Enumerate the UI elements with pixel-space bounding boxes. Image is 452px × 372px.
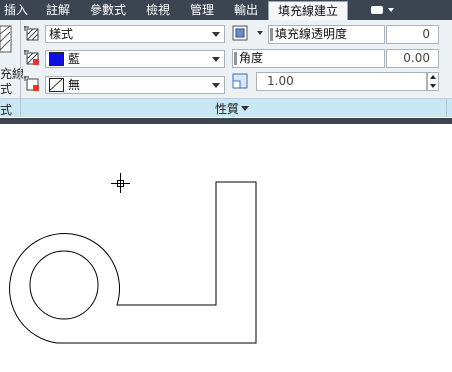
background-color-value: 無 [68,78,81,92]
panel-divider [446,98,447,117]
drawing-outer-profile[interactable] [9,181,257,344]
drawing-area[interactable] [0,124,452,369]
scale-icon [232,73,248,89]
properties-panel-title[interactable]: 性質 [215,100,239,117]
hatch-tool-icon[interactable] [0,24,12,54]
chevron-down-icon[interactable] [257,31,263,35]
crosshair-cursor [111,173,130,193]
background-color-dropdown[interactable]: 無 [45,76,225,94]
hatch-panel-label-2: 式 [0,82,13,96]
angle-value-input[interactable]: 0.00 [386,49,439,68]
scale-value: 1.00 [267,74,294,88]
angle-value: 0.00 [403,51,430,65]
transparency-value-input[interactable]: 0 [386,25,439,44]
hatch-color-swatch [49,52,64,66]
spinner-down-icon[interactable] [430,84,436,88]
chevron-down-icon [212,83,220,88]
transparency-label: 填充線透明度 [268,25,385,44]
chevron-down-icon [388,8,394,12]
hatch-pattern-icon [24,26,39,41]
scale-spinner[interactable] [427,72,439,91]
angle-label-text: 角度 [239,51,264,65]
ribbon-options-button[interactable] [364,3,398,17]
tab-hatch-creation[interactable]: 填充線建立 [268,1,348,21]
tab-annotate[interactable]: 註解 [46,0,70,20]
ribbon-tab-bar: 插入 註解 參數式 檢視 管理 輸出 填充線建立 [0,0,452,21]
angle-label: 角度 [232,49,385,68]
hatch-color-value: 藍 [68,52,81,66]
scale-input[interactable]: 1.00 [256,72,427,91]
no-color-swatch [49,78,64,92]
spinner-up-icon[interactable] [430,75,436,79]
drawing-inner-circle[interactable] [29,250,99,320]
slider-grip[interactable] [270,28,273,41]
chevron-down-icon[interactable] [241,106,249,111]
tab-insert[interactable]: 插入 [4,0,28,20]
hatch-color-icon [24,50,39,65]
panel-divider [20,98,21,117]
transparency-label-text: 填充線透明度 [275,27,348,41]
tab-parametric[interactable]: 參數式 [90,0,126,20]
hatch-background-icon [24,76,39,91]
hatch-type-dropdown[interactable]: 樣式 [45,25,225,43]
slider-grip[interactable] [234,52,237,65]
drawing-canvas[interactable] [0,124,452,369]
hatch-type-value: 樣式 [49,27,74,41]
left-panel-title: 式 [0,103,13,117]
hatch-color-dropdown[interactable]: 藍 [45,50,225,68]
transparency-value: 0 [422,27,430,41]
chevron-down-icon [212,57,220,62]
panel-toggle-icon [371,6,383,14]
tab-output[interactable]: 輸出 [234,0,258,20]
tab-view[interactable]: 檢視 [146,0,170,20]
chevron-down-icon [212,32,220,37]
tab-manage[interactable]: 管理 [190,0,214,20]
transparency-icon[interactable] [232,25,248,41]
